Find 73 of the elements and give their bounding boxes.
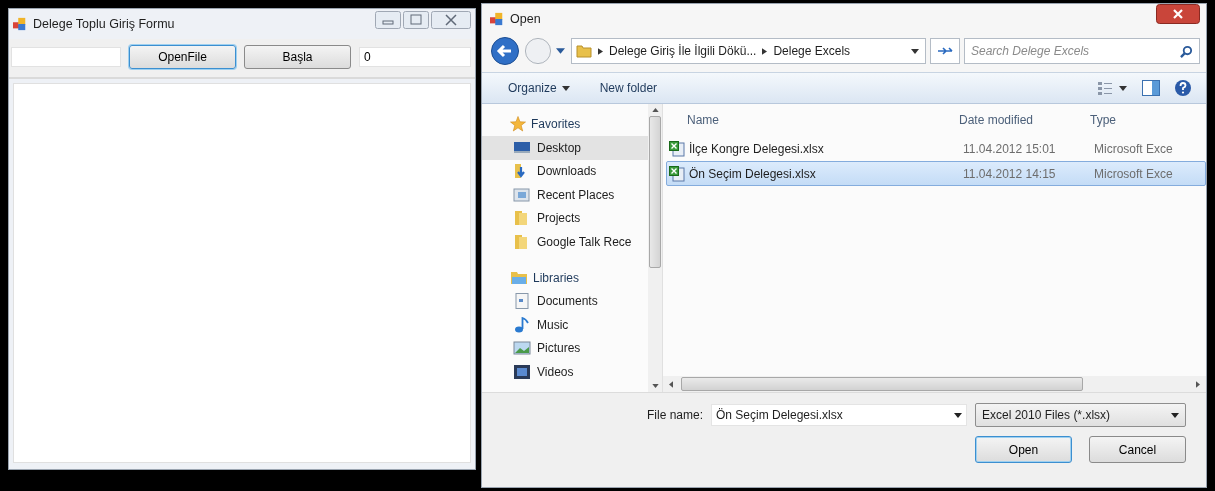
library-icon [510,269,528,286]
breadcrumb-item[interactable]: Delege Giriş İle İlgili Dökü... [609,44,757,58]
count-field[interactable]: 0 [359,47,471,67]
file-type: Microsoft Exce [1094,166,1174,181]
file-row[interactable]: İlçe Kongre Delegesi.xlsx 11.04.2012 15:01 Microsoft Exce [666,136,1206,161]
scroll-left-icon[interactable] [669,380,673,388]
nav-item[interactable]: Projects [482,206,648,230]
scroll-right-icon[interactable] [1196,380,1200,388]
breadcrumb-item[interactable]: Delege Excels [773,44,851,58]
file-type: Microsoft Exce [1094,141,1174,156]
nav-item[interactable]: Pictures [482,336,648,360]
scroll-up-icon[interactable] [651,108,659,112]
search-field[interactable]: Search Delege Excels [964,38,1200,64]
caret-icon[interactable] [1171,412,1179,418]
dialog-button[interactable]: Open [975,436,1072,463]
nav-item[interactable]: Videos [482,360,648,384]
column-header[interactable]: Name [663,113,955,127]
music-note-icon [513,316,531,333]
film-icon [513,363,531,380]
close-icon[interactable] [431,11,471,29]
dialog-button[interactable]: Cancel [1089,436,1186,463]
nav-item[interactable]: Downloads [482,159,648,183]
app-icon [13,17,27,31]
app-icon [490,12,504,26]
caret-icon[interactable] [911,48,919,54]
view-icon[interactable] [1098,81,1128,95]
close-icon[interactable] [1156,4,1200,24]
nav-item[interactable]: Music [482,313,648,337]
caret-icon[interactable] [556,48,565,54]
file-date: 11.04.2012 14:15 [962,166,1057,181]
nav-item[interactable]: Google Talk Rece [482,230,648,254]
toolbar-button[interactable]: New folder [589,79,664,97]
file-name-field[interactable]: Ön Seçim Delegesi.xlsx [711,404,967,426]
refresh-button[interactable] [930,38,960,64]
file-date: 11.04.2012 15:01 [962,141,1057,156]
toolbar-button[interactable]: Organize [498,79,576,97]
spreadsheet-icon [669,165,685,182]
dialog-title: Open [510,12,541,26]
nav-item[interactable]: Recent Places [482,183,648,207]
scroll-down-icon[interactable] [651,384,659,388]
folder-icon [576,43,592,59]
window-title: Delege Toplu Giriş Formu [33,17,175,31]
form-button[interactable]: OpenFile [129,45,236,69]
search-icon[interactable] [1180,44,1193,58]
star-icon [510,116,526,132]
file-name: İlçe Kongre Delegesi.xlsx [689,141,824,156]
recent-places-icon [513,186,531,203]
nav-group[interactable]: Favorites [531,117,581,131]
address-bar[interactable]: Delege Giriş İle İlgili Dökü... Delege Excels [571,38,926,64]
nav-group[interactable]: Libraries [533,270,580,285]
nav-item[interactable]: Desktop [482,136,648,160]
column-header[interactable]: Date modified [955,113,1090,127]
column-header[interactable]: Type [1090,113,1206,127]
file-type-dropdown[interactable]: Excel 2010 Files (*.xlsx) [975,403,1186,427]
help-icon[interactable] [1174,79,1192,97]
spreadsheet-icon [669,140,685,157]
chevron-icon [762,47,768,55]
form-button[interactable]: Başla [244,45,351,69]
path-field[interactable] [11,47,121,67]
file-name: Ön Seçim Delegesi.xlsx [689,166,816,181]
refresh-icon [937,45,953,57]
document-icon [513,293,531,310]
pictures-icon [513,340,531,357]
chevron-icon [598,47,603,55]
file-name-label: File name: [646,408,703,422]
scrollbar[interactable] [663,376,1206,392]
desktop-icon [513,139,531,156]
back-icon[interactable] [490,36,520,66]
scrollbar[interactable] [648,104,662,392]
caret-icon[interactable] [954,412,962,418]
file-row[interactable]: Ön Seçim Delegesi.xlsx 11.04.2012 14:15 Microsoft Exce [666,161,1206,186]
preview-pane-icon[interactable] [1142,80,1160,96]
nav-item[interactable]: Documents [482,289,648,313]
